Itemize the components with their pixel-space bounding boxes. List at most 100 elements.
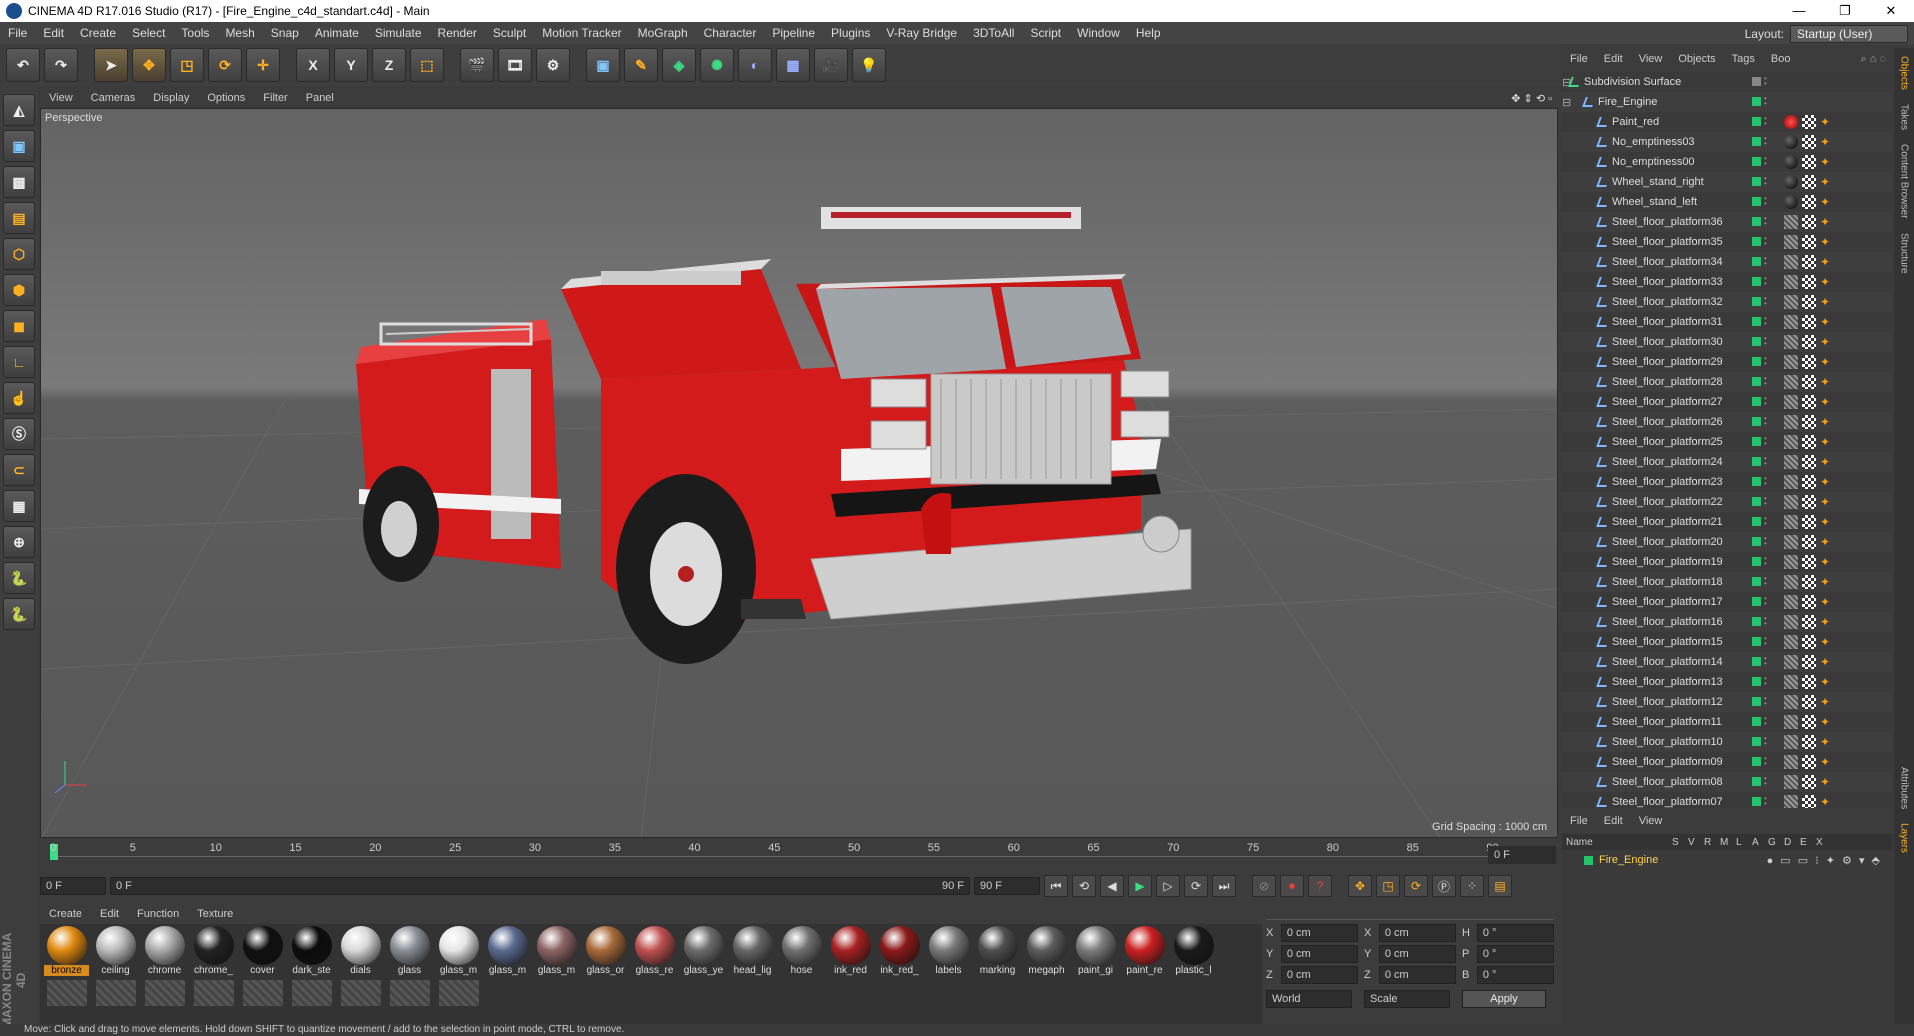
select-arrow-icon[interactable]: ➤ <box>94 48 128 82</box>
uvw-tag-icon[interactable] <box>1802 195 1816 209</box>
material-tag-icon[interactable] <box>1784 235 1798 249</box>
layer-color-icon[interactable] <box>1752 337 1761 346</box>
move-tool-icon[interactable]: ✥ <box>132 48 166 82</box>
material-tag-icon[interactable] <box>1784 475 1798 489</box>
material-tag-icon[interactable] <box>1784 555 1798 569</box>
phong-tag-icon[interactable]: ✦ <box>1820 496 1830 508</box>
phong-tag-icon[interactable]: ✦ <box>1820 376 1830 388</box>
phong-tag-icon[interactable]: ✦ <box>1820 716 1830 728</box>
material-swatch[interactable]: glass_re <box>632 926 677 976</box>
light-icon[interactable]: 💡 <box>852 48 886 82</box>
y-axis-lock-button[interactable]: Y <box>334 48 368 82</box>
python-icon[interactable]: 🐍 <box>3 562 35 594</box>
material-empty-slot[interactable] <box>142 980 187 1030</box>
object-row[interactable]: Steel_floor_platform09 • • ✦ <box>1562 752 1892 772</box>
layer-color-icon[interactable] <box>1752 177 1761 186</box>
visibility-dots-icon[interactable]: • • <box>1764 515 1768 528</box>
visibility-dots-icon[interactable]: • • <box>1764 335 1768 348</box>
snap-icon[interactable]: Ⓢ <box>3 418 35 450</box>
layer-column-header-cell[interactable]: S <box>1672 837 1688 848</box>
material-swatch[interactable]: glass <box>387 926 432 976</box>
material-tag-icon[interactable] <box>1784 715 1798 729</box>
coordinate-value-field[interactable]: 0 cm <box>1280 945 1358 963</box>
visibility-dots-icon[interactable]: • • <box>1764 315 1768 328</box>
phong-tag-icon[interactable]: ✦ <box>1820 456 1830 468</box>
material-tag-icon[interactable] <box>1784 675 1798 689</box>
cloner-icon[interactable]: ✺ <box>700 48 734 82</box>
material-tag-icon[interactable] <box>1784 495 1798 509</box>
material-menu-function[interactable]: Function <box>128 908 188 920</box>
layout-select[interactable]: Startup (User) <box>1790 25 1908 43</box>
scale-tool-icon[interactable]: ◳ <box>170 48 204 82</box>
layer-color-icon[interactable] <box>1752 497 1761 506</box>
frame-range-slider[interactable]: 0 F 90 F <box>110 877 970 895</box>
visibility-dots-icon[interactable]: • • <box>1764 75 1768 88</box>
layer-color-icon[interactable] <box>1752 717 1761 726</box>
coordinate-system-icon[interactable]: ⬚ <box>410 48 444 82</box>
next-key-icon[interactable]: ⟳ <box>1184 875 1208 897</box>
tab-content-browser[interactable]: Content Browser <box>1899 144 1910 218</box>
visibility-dots-icon[interactable]: • • <box>1764 615 1768 628</box>
coordinate-value-field[interactable]: 0 cm <box>1280 924 1358 942</box>
object-menu-file[interactable]: File <box>1562 53 1596 65</box>
object-row[interactable]: Paint_red • • ✦ <box>1562 112 1892 132</box>
deformer-icon[interactable]: ◐ <box>738 48 772 82</box>
phong-tag-icon[interactable]: ✦ <box>1820 416 1830 428</box>
object-row[interactable]: Steel_floor_platform13 • • ✦ <box>1562 672 1892 692</box>
uvw-tag-icon[interactable] <box>1802 535 1816 549</box>
material-tag-icon[interactable] <box>1784 355 1798 369</box>
menu-sculpt[interactable]: Sculpt <box>485 26 534 40</box>
uvw-tag-icon[interactable] <box>1802 215 1816 229</box>
material-empty-slot[interactable] <box>93 980 138 1030</box>
rotate-tool-icon[interactable]: ⟳ <box>208 48 242 82</box>
viewport-menu-filter[interactable]: Filter <box>254 92 296 104</box>
uvw-tag-icon[interactable] <box>1802 255 1816 269</box>
soft-selection-icon[interactable]: ⊕ <box>3 526 35 558</box>
parameter-key-icon[interactable]: Ⓟ <box>1432 875 1456 897</box>
phong-tag-icon[interactable]: ✦ <box>1820 436 1830 448</box>
phong-tag-icon[interactable]: ✦ <box>1820 296 1830 308</box>
material-menu-texture[interactable]: Texture <box>188 908 242 920</box>
layer-color-icon[interactable] <box>1752 477 1761 486</box>
layer-color-icon[interactable] <box>1752 637 1761 646</box>
uvw-tag-icon[interactable] <box>1802 475 1816 489</box>
edit-render-settings-icon[interactable]: ⚙ <box>536 48 570 82</box>
x-axis-lock-button[interactable]: X <box>296 48 330 82</box>
menu-vray-bridge[interactable]: V-Ray Bridge <box>878 26 965 40</box>
minimize-icon[interactable]: — <box>1776 3 1822 19</box>
material-swatch[interactable]: glass_ye <box>681 926 726 976</box>
subdivision-surface-icon[interactable]: ◈ <box>662 48 696 82</box>
material-tag-icon[interactable] <box>1784 595 1798 609</box>
visibility-dots-icon[interactable]: • • <box>1764 95 1768 108</box>
object-row[interactable]: Steel_floor_platform24 • • ✦ <box>1562 452 1892 472</box>
phong-tag-icon[interactable]: ✦ <box>1820 216 1830 228</box>
material-tag-icon[interactable] <box>1784 755 1798 769</box>
material-tag-icon[interactable] <box>1784 275 1798 289</box>
visibility-dots-icon[interactable]: • • <box>1764 215 1768 228</box>
phong-tag-icon[interactable]: ✦ <box>1820 316 1830 328</box>
layer-color-icon[interactable] <box>1752 577 1761 586</box>
uvw-tag-icon[interactable] <box>1802 515 1816 529</box>
uvw-tag-icon[interactable] <box>1802 675 1816 689</box>
uvw-tag-icon[interactable] <box>1802 295 1816 309</box>
object-row[interactable]: Steel_floor_platform21 • • ✦ <box>1562 512 1892 532</box>
material-empty-slot[interactable] <box>240 980 285 1030</box>
visibility-dots-icon[interactable]: • • <box>1764 495 1768 508</box>
layer-color-icon[interactable] <box>1752 437 1761 446</box>
object-menu-tags[interactable]: Tags <box>1724 53 1763 65</box>
z-axis-lock-button[interactable]: Z <box>372 48 406 82</box>
material-empty-slot[interactable] <box>191 980 236 1030</box>
object-menu-view[interactable]: View <box>1631 53 1671 65</box>
object-menu-objects[interactable]: Objects <box>1670 53 1723 65</box>
end-frame-field[interactable]: 90 F <box>974 877 1040 895</box>
keyframe-selection-icon[interactable]: ? <box>1308 875 1332 897</box>
material-tag-icon[interactable] <box>1784 215 1798 229</box>
uvw-tag-icon[interactable] <box>1802 655 1816 669</box>
material-empty-slot[interactable] <box>338 980 383 1030</box>
tab-structure[interactable]: Structure <box>1899 233 1910 274</box>
record-keys-icon[interactable]: ⊘ <box>1252 875 1276 897</box>
material-menu-create[interactable]: Create <box>40 908 91 920</box>
object-row[interactable]: Steel_floor_platform34 • • ✦ <box>1562 252 1892 272</box>
phong-tag-icon[interactable]: ✦ <box>1820 796 1830 808</box>
layer-column-header-cell[interactable]: R <box>1704 837 1720 848</box>
